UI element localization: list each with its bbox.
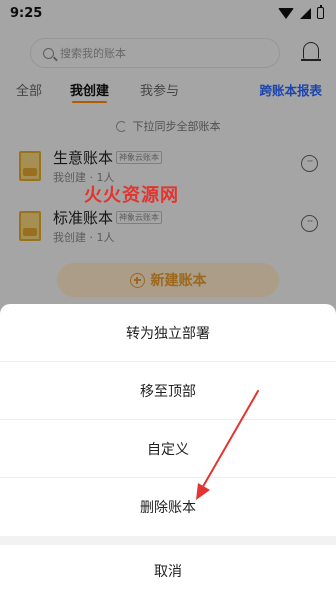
move-to-top-option[interactable]: 移至顶部: [0, 362, 336, 420]
action-sheet: 转为独立部署 移至顶部 自定义 删除账本 取消: [0, 304, 336, 597]
sheet-divider: [0, 536, 336, 545]
cancel-button[interactable]: 取消: [0, 545, 336, 597]
watermark-text: 火火资源网: [84, 185, 179, 206]
delete-ledger-option[interactable]: 删除账本: [0, 478, 336, 536]
convert-independent-deploy-option[interactable]: 转为独立部署: [0, 304, 336, 362]
customize-option[interactable]: 自定义: [0, 420, 336, 478]
